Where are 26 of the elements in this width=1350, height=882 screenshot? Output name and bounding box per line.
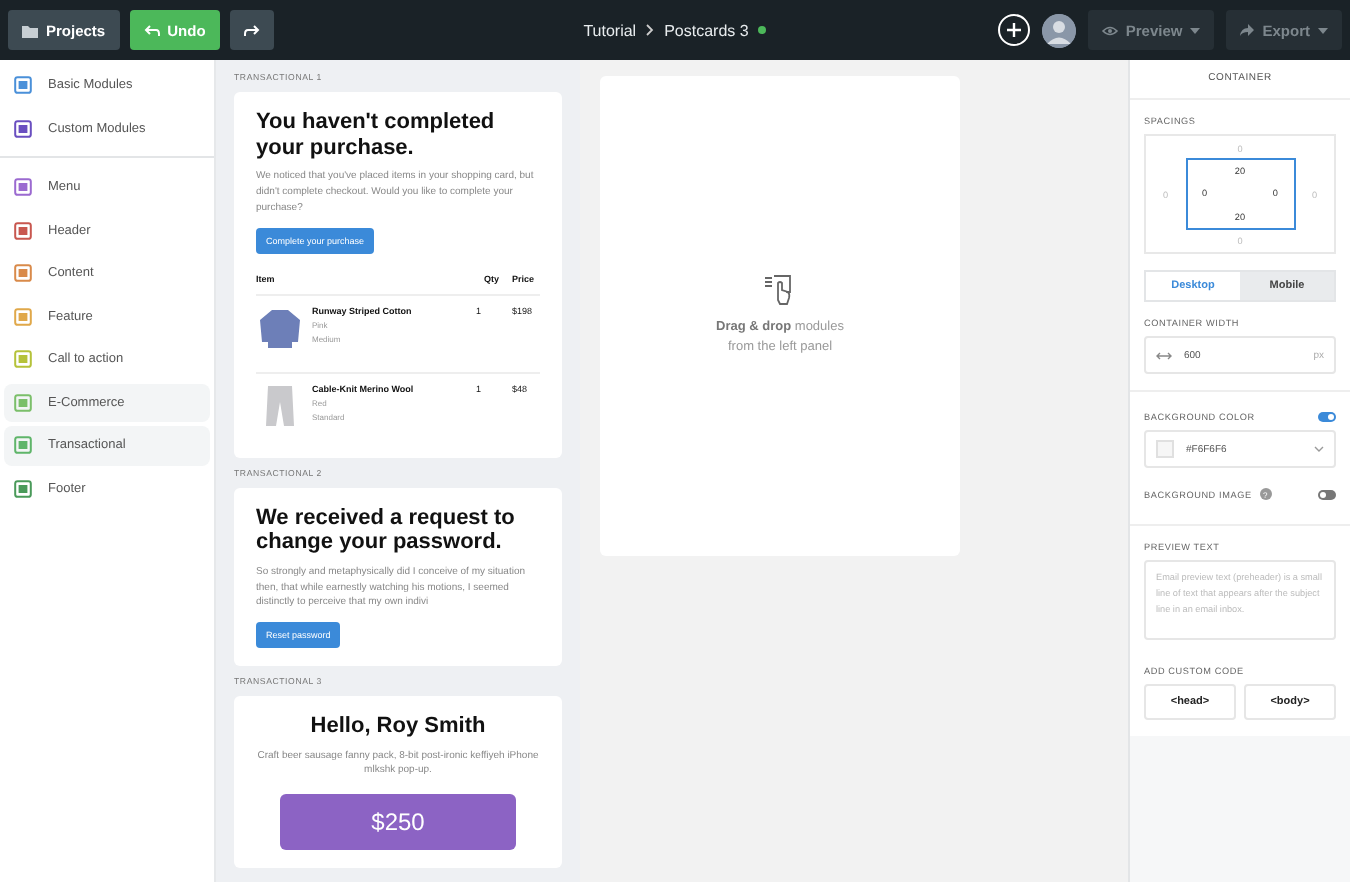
undo-icon xyxy=(143,23,160,37)
breadcrumb-link[interactable]: Tutorial xyxy=(583,21,637,39)
project-name: Postcards 3 xyxy=(664,21,749,39)
shirt-icon xyxy=(256,305,304,350)
module-title: We received a request to change your password. xyxy=(256,505,517,556)
plus-icon xyxy=(1005,22,1022,38)
share-arrow-icon xyxy=(1240,24,1255,36)
chevron-right-icon xyxy=(646,24,655,36)
caret-icon xyxy=(1190,27,1201,33)
redo-icon xyxy=(243,23,260,37)
eye-icon xyxy=(1101,25,1118,35)
email-module-card[interactable] xyxy=(234,487,562,667)
avatar[interactable] xyxy=(1041,13,1076,47)
chevron-down-icon xyxy=(1314,446,1324,452)
toggle-switch[interactable] xyxy=(1318,489,1336,499)
toggle-switch[interactable] xyxy=(1318,412,1336,422)
horizontal-arrows-icon xyxy=(1156,351,1172,359)
redo-button[interactable] xyxy=(229,10,274,50)
add-button[interactable] xyxy=(997,14,1030,46)
caret-icon xyxy=(1318,27,1329,33)
price-banner: $250 xyxy=(280,794,516,851)
module-title: You haven't completed your purchase. xyxy=(256,110,497,161)
hand-pointer-icon xyxy=(764,274,796,307)
email-module-card[interactable] xyxy=(234,92,562,458)
folder-icon xyxy=(22,23,38,37)
module-title: Hello, Roy Smith xyxy=(310,714,486,740)
